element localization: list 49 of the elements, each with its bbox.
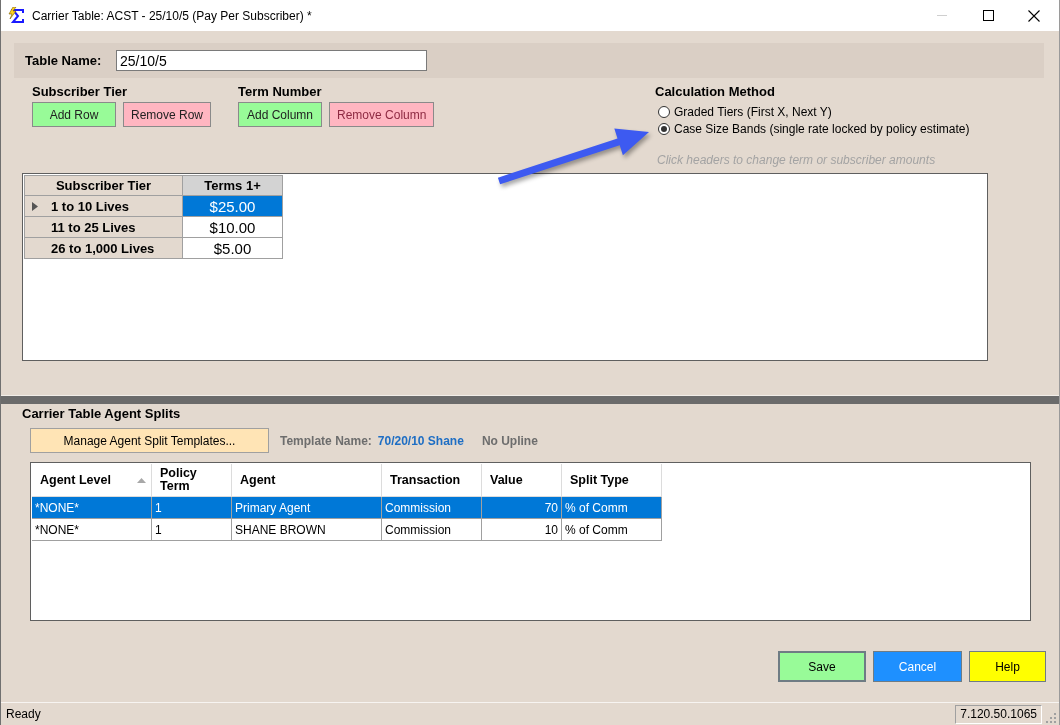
table-cell[interactable]: $10.00 bbox=[183, 217, 283, 238]
maximize-icon bbox=[982, 10, 994, 21]
app-logo-icon bbox=[8, 7, 25, 24]
table-row[interactable]: *NONE* 1 SHANE BROWN Commission 10 % of Comm bbox=[32, 519, 662, 541]
row-header[interactable]: 26 to 1,000 Lives bbox=[25, 238, 183, 259]
row-header[interactable]: 1 to 10 Lives bbox=[25, 196, 183, 217]
add-button[interactable]: Add Row bbox=[32, 102, 116, 127]
column-header[interactable]: Agent bbox=[232, 464, 382, 497]
group-label: Calculation Method bbox=[655, 84, 775, 100]
resize-grip-icon[interactable] bbox=[1046, 713, 1056, 723]
table-cell: *NONE* bbox=[32, 519, 152, 541]
table-cell[interactable]: $25.00 bbox=[183, 196, 283, 217]
version-label: 7.120.50.1065 bbox=[955, 704, 1042, 724]
template-name: 70/20/10 Shane bbox=[377, 433, 464, 448]
table-name-input[interactable]: 25/10/5 bbox=[116, 50, 427, 71]
column-header[interactable]: Split Type bbox=[562, 464, 662, 497]
table-row[interactable]: *NONE* 1 Primary Agent Commission 70 % of Comm bbox=[32, 497, 662, 519]
remove-button[interactable]: Remove Row bbox=[123, 102, 212, 127]
window-title: Carrier Table: ACST - 25/10/5 (Pay Per Subscriber) * bbox=[32, 8, 312, 23]
minimize-icon bbox=[937, 15, 947, 16]
column-header[interactable]: Policy Term bbox=[152, 464, 232, 497]
column-header[interactable]: Value bbox=[482, 464, 562, 497]
table-name-label: Table Name: bbox=[25, 53, 103, 68]
add-button[interactable]: Add Column bbox=[238, 102, 323, 127]
column-header[interactable]: Subscriber Tier bbox=[25, 176, 183, 196]
table-cell: Commission bbox=[382, 519, 482, 541]
table-cell: 1 bbox=[152, 519, 232, 541]
table-cell: 10 bbox=[482, 519, 562, 541]
save-button[interactable]: Save bbox=[778, 651, 866, 682]
table-cell[interactable]: $5.00 bbox=[183, 238, 283, 259]
manage-templates-button[interactable]: Manage Agent Split Templates... bbox=[30, 428, 269, 453]
group-label: Term Number bbox=[238, 84, 322, 100]
column-header[interactable]: Agent Level bbox=[32, 464, 152, 497]
radio-option[interactable]: Graded Tiers (First X, Next Y) bbox=[655, 103, 832, 120]
group-label: Subscriber Tier bbox=[32, 84, 128, 100]
radio-option[interactable]: Case Size Bands (single rate locked by policy estimate) bbox=[655, 120, 970, 137]
table-cell: SHANE BROWN bbox=[232, 519, 382, 541]
column-header[interactable]: Terms 1+ bbox=[183, 176, 283, 196]
section-title: Carrier Table Agent Splits bbox=[22, 406, 181, 422]
row-header[interactable]: 11 to 25 Lives bbox=[25, 217, 183, 238]
splitter-bar[interactable] bbox=[1, 395, 1059, 404]
column-header[interactable]: Transaction bbox=[382, 464, 482, 497]
status-text: Ready bbox=[5, 707, 41, 721]
upline-text: No Upline bbox=[481, 433, 538, 448]
close-icon bbox=[1028, 9, 1040, 22]
table-cell: % of Comm bbox=[562, 519, 662, 541]
hint-text: Click headers to change term or subscriber amounts bbox=[657, 153, 936, 167]
help-button[interactable]: Help bbox=[969, 651, 1046, 682]
template-label: Template Name: bbox=[280, 433, 372, 448]
